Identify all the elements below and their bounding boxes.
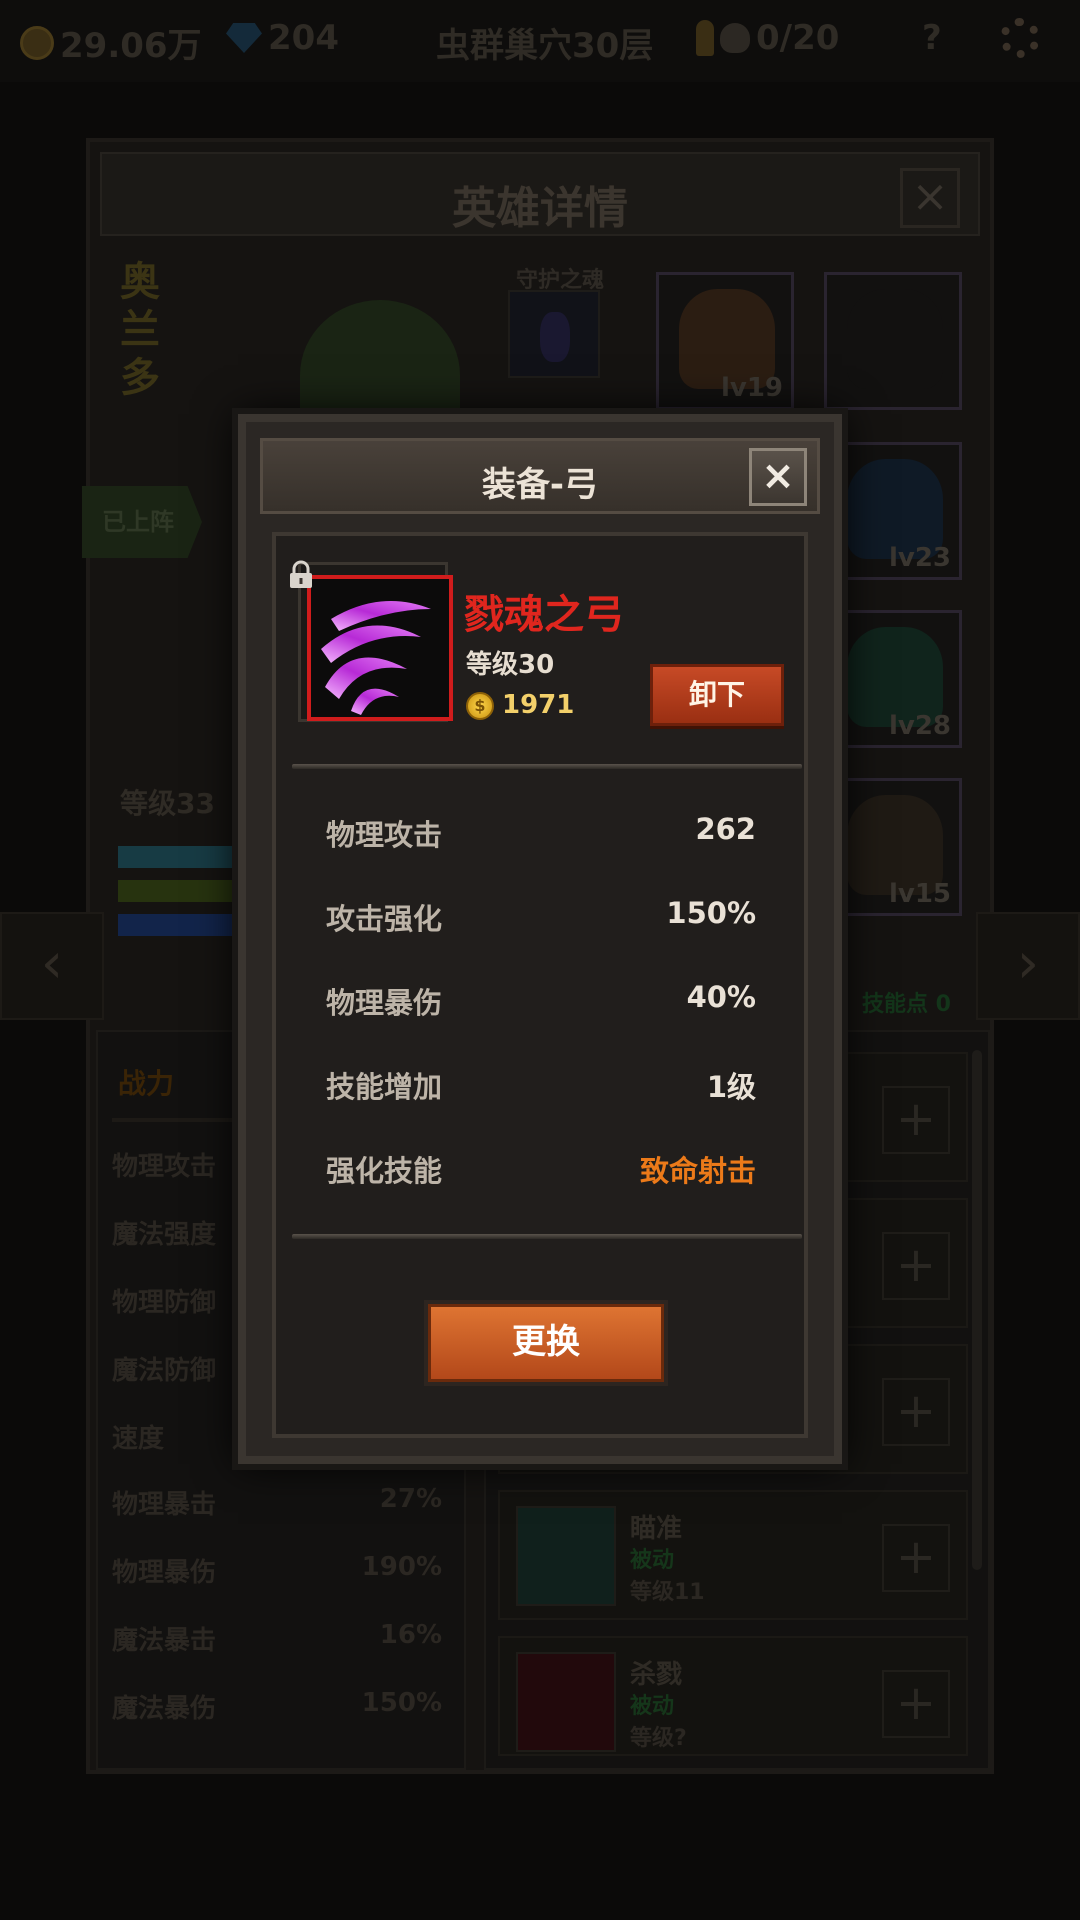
attr-row: 物理攻击 262	[326, 812, 756, 852]
attr-row: 强化技能 致命射击	[326, 1148, 756, 1188]
gem-icon	[226, 23, 262, 53]
equip-slot-boots[interactable]: lv23	[824, 442, 962, 580]
item-name: 戮魂之弓	[464, 592, 624, 638]
gold-coin-icon	[20, 25, 54, 60]
help-button[interactable]: ?	[922, 18, 942, 58]
skill-upgrade-button[interactable]: +	[882, 1086, 950, 1154]
skill-upgrade-button[interactable]: +	[882, 1524, 950, 1592]
divider-top	[292, 764, 802, 769]
skill-level: 等级11	[630, 1580, 705, 1605]
hero-panel-header: 英雄详情 ×	[100, 152, 980, 236]
equip-level: lv15	[888, 879, 951, 909]
skill-upgrade-button[interactable]: +	[882, 1378, 950, 1446]
key-amount: 0/20	[756, 18, 840, 58]
skill-card-aim[interactable]: 瞄准 被动 等级11 +	[498, 1490, 968, 1620]
item-price: 1971	[502, 690, 575, 720]
tab-power[interactable]: 战力	[118, 1062, 174, 1102]
hero-bar-3	[118, 914, 238, 936]
skill-type: 被动	[630, 1548, 675, 1573]
key-icon	[696, 20, 714, 56]
aim-skill-icon	[516, 1506, 616, 1606]
key-counter: 0/20	[696, 18, 839, 58]
equip-slot-ring[interactable]: lv28	[824, 610, 962, 748]
top-status-bar: 29.06万 204 虫群巢穴30层 0/20 ?	[0, 0, 1080, 82]
item-level: 等级30	[466, 650, 555, 680]
attr-row: 物理暴伤 40%	[326, 980, 756, 1020]
equip-level: lv28	[888, 711, 951, 741]
attr-label: 物理攻击	[326, 818, 443, 852]
skill-name: 瞄准	[630, 1514, 683, 1544]
attr-label: 强化技能	[326, 1154, 443, 1188]
skill-points: 技能点 0	[862, 992, 951, 1017]
unequip-button[interactable]: 卸下	[650, 664, 784, 726]
attr-label: 攻击强化	[326, 902, 443, 936]
gold-coin-icon: $	[466, 692, 494, 720]
gold-counter: 29.06万	[20, 18, 202, 67]
location-label: 虫群巢穴30层	[436, 26, 654, 66]
attr-value: 1级	[706, 1070, 756, 1104]
hero-panel-title: 英雄详情	[452, 183, 628, 234]
settings-button[interactable]	[1000, 18, 1040, 58]
hero-panel-close-button[interactable]: ×	[900, 168, 960, 228]
hero-level: 等级33	[120, 787, 215, 820]
gem-amount: 204	[268, 18, 339, 58]
skill-level: 等级?	[630, 1726, 687, 1751]
empty-slot-icon	[847, 289, 943, 389]
attr-label: 物理暴伤	[326, 986, 443, 1020]
gear-icon	[1000, 18, 1040, 58]
skill-type: 被动	[630, 1694, 675, 1719]
deployed-badge: 已上阵	[82, 486, 202, 558]
hero-bar-2	[118, 880, 238, 902]
next-hero-button[interactable]: ›	[976, 912, 1080, 1020]
modal-close-button[interactable]: ×	[749, 448, 807, 506]
attr-label: 技能增加	[326, 1070, 443, 1104]
skill-upgrade-button[interactable]: +	[882, 1670, 950, 1738]
prev-hero-button[interactable]: ‹	[0, 912, 104, 1020]
divider-bottom	[292, 1234, 802, 1239]
lock-icon[interactable]	[288, 560, 314, 590]
skill-upgrade-button[interactable]: +	[882, 1232, 950, 1300]
equip-slot-empty[interactable]	[824, 272, 962, 410]
attr-value: 150%	[666, 896, 756, 930]
stat-row: 魔法暴伤 150%	[112, 1688, 442, 1724]
modal-title: 装备-弓	[481, 465, 599, 505]
stat-row: 物理暴击 27%	[112, 1484, 442, 1520]
purple-claw-icon	[321, 601, 431, 715]
hero-bar-1	[118, 846, 238, 868]
skill-name: 杀戮	[630, 1660, 683, 1690]
attr-value: 40%	[686, 980, 756, 1014]
bow-item-icon[interactable]	[307, 575, 453, 721]
slaughter-skill-icon	[516, 1652, 616, 1752]
attr-value: 262	[695, 812, 756, 846]
attr-row: 攻击强化 150%	[326, 896, 756, 936]
equip-slot-helmet[interactable]: lv19	[656, 272, 794, 410]
equip-level: lv23	[888, 543, 951, 573]
item-frame	[298, 562, 453, 722]
equip-slot-shield[interactable]: lv15	[824, 778, 962, 916]
skill-card-slaughter[interactable]: 杀戮 被动 等级? +	[498, 1636, 968, 1756]
gold-amount: 29.06万	[60, 26, 202, 66]
hero-name: 奥兰多	[120, 259, 160, 401]
scorpion-soul-icon[interactable]	[508, 290, 600, 378]
skull-icon	[720, 23, 750, 53]
replace-button[interactable]: 更换	[428, 1304, 664, 1382]
skills-scrollbar[interactable]	[972, 1050, 982, 1570]
enhanced-skill-value: 致命射击	[639, 1154, 756, 1188]
stat-row: 魔法暴击 16%	[112, 1620, 442, 1656]
stat-row: 物理暴伤 190%	[112, 1552, 442, 1588]
gem-counter: 204	[226, 18, 339, 58]
attr-row: 技能增加 1级	[326, 1064, 756, 1104]
equip-level: lv19	[720, 373, 783, 403]
equipment-modal: 装备-弓 × 戮魂之弓 等级30 $ 1971 卸下 物理攻击 262 攻击强化…	[238, 414, 842, 1464]
modal-header: 装备-弓 ×	[260, 438, 820, 514]
